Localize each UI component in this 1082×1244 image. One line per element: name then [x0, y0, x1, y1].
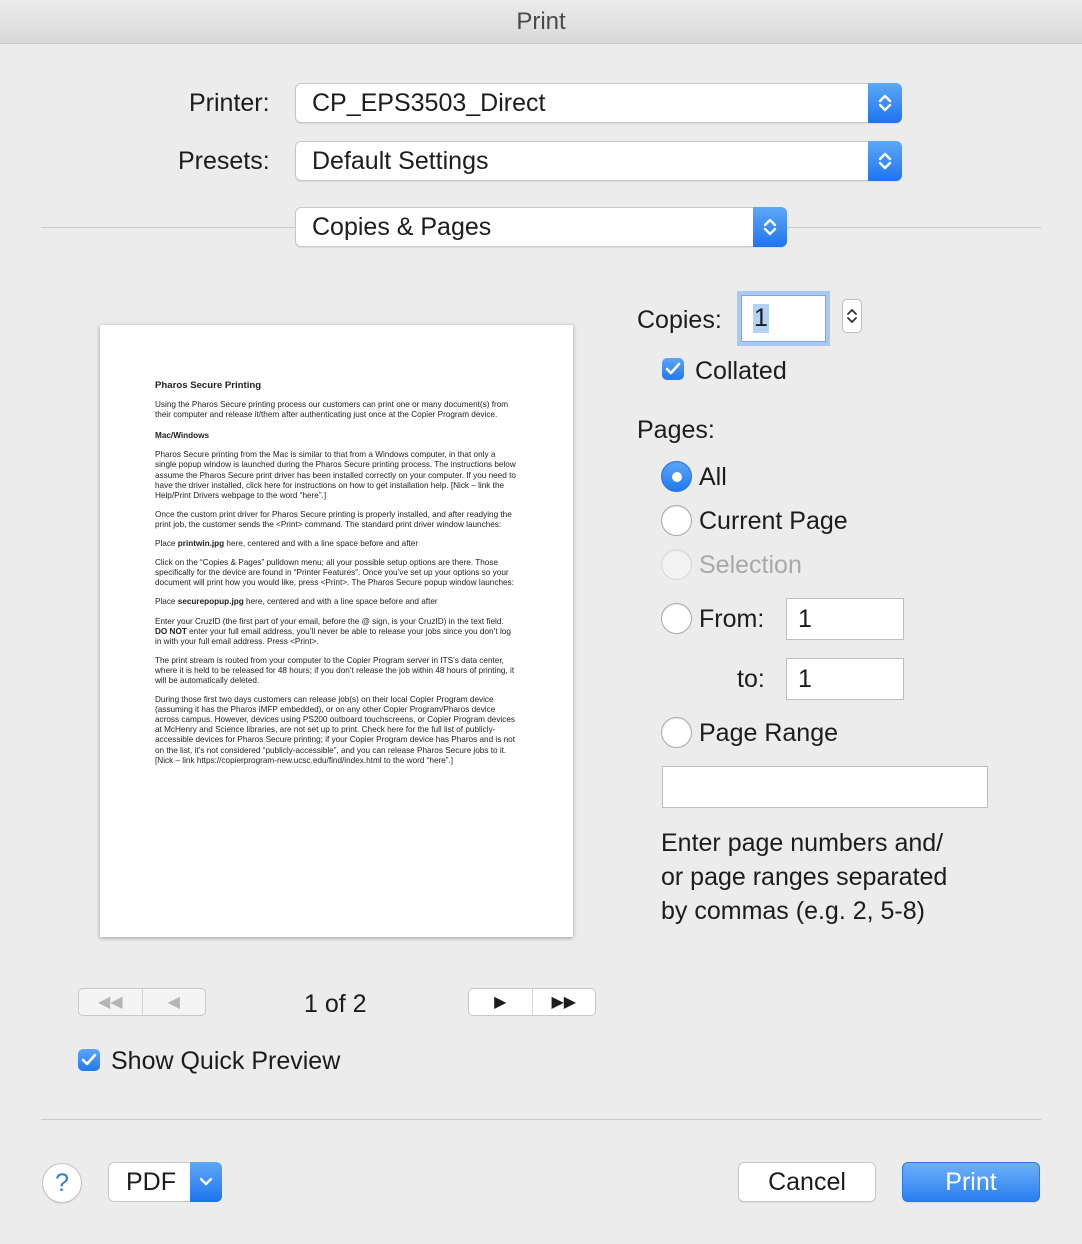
pages-current-label[interactable]: Current Page — [699, 507, 848, 536]
checkmark-icon — [81, 1053, 97, 1066]
pages-range-radio[interactable] — [661, 717, 692, 748]
preview-forward-nav: ▶ ▶▶ — [468, 988, 596, 1016]
preview-text: Enter your CruzID (the first part of you… — [155, 616, 504, 626]
chevron-up-icon — [878, 94, 892, 103]
printer-value: CP_EPS3503_Direct — [312, 88, 546, 117]
preview-back-nav: ◀◀ ◀ — [78, 988, 206, 1016]
preview-paragraph: Click on the “Copies & Pages” pulldown m… — [155, 558, 514, 588]
page-indicator: 1 of 2 — [304, 990, 367, 1018]
copies-label: Copies: — [637, 306, 722, 334]
printer-popup[interactable]: CP_EPS3503_Direct — [295, 83, 902, 123]
separator-left — [41, 227, 295, 228]
preview-paragraph: Enter your CruzID (the first part of you… — [155, 617, 517, 647]
preview-paragraph: Once the custom print driver for Pharos … — [155, 509, 512, 529]
copies-value: 1 — [753, 304, 769, 333]
pages-to-input[interactable]: 1 — [786, 658, 904, 700]
next-page-icon: ▶ — [494, 994, 507, 1011]
previous-page-button[interactable]: ◀ — [141, 989, 206, 1015]
pages-selection-radio — [661, 549, 692, 580]
printer-label: Printer: — [189, 89, 270, 117]
collated-checkbox[interactable] — [662, 358, 684, 380]
chevron-down-icon — [763, 227, 777, 236]
presets-value: Default Settings — [312, 146, 489, 175]
pages-label: Pages: — [637, 416, 715, 444]
chevron-down-icon — [878, 161, 892, 170]
chevron-down-icon — [878, 103, 892, 112]
show-quick-preview-checkbox[interactable] — [78, 1049, 100, 1071]
next-page-button[interactable]: ▶ — [469, 989, 532, 1015]
preview-paragraph: During those first two days customers ca… — [155, 695, 515, 765]
copies-stepper[interactable] — [842, 299, 862, 333]
footer-separator — [41, 1119, 1041, 1120]
preview-bold-text: DO NOT — [155, 626, 187, 636]
pdf-dropdown[interactable] — [190, 1162, 222, 1202]
pages-all-label[interactable]: All — [699, 463, 727, 492]
preview-text: enter your full email address, you’ll ne… — [155, 626, 511, 646]
pages-range-label[interactable]: Page Range — [699, 719, 838, 748]
separator-right — [787, 227, 1041, 228]
pages-to-label: to: — [737, 665, 765, 693]
page-range-input[interactable] — [662, 766, 988, 808]
chevron-down-icon — [199, 1177, 213, 1186]
preview-bold-text: securepopup.jpg — [177, 597, 244, 607]
help-button[interactable]: ? — [42, 1163, 82, 1203]
pages-to-value: 1 — [798, 664, 812, 693]
previous-page-icon: ◀ — [167, 994, 180, 1011]
preview-paragraph: Pharos Secure printing from the Mac is s… — [155, 450, 516, 500]
page-range-help-line: or page ranges separated — [661, 863, 948, 891]
pages-from-label[interactable]: From: — [699, 605, 764, 634]
presets-label: Presets: — [178, 147, 270, 175]
first-page-button[interactable]: ◀◀ — [79, 989, 142, 1015]
preview-paragraph: Place printwin.jpg here, centered and wi… — [155, 539, 517, 549]
preview-paragraph: Place securepopup.jpg here, centered and… — [155, 597, 517, 607]
title-bar: Print — [0, 0, 1082, 44]
print-label: Print — [945, 1167, 997, 1196]
chevron-down-icon — [847, 317, 857, 324]
last-page-button[interactable]: ▶▶ — [531, 989, 596, 1015]
pages-from-value: 1 — [798, 604, 812, 633]
presets-popup-stepper[interactable] — [868, 141, 902, 181]
preview-text: here, centered and with a line space bef… — [243, 597, 438, 607]
cancel-label: Cancel — [768, 1167, 846, 1196]
print-button[interactable]: Print — [902, 1162, 1040, 1202]
section-popup-stepper[interactable] — [753, 207, 787, 247]
pages-from-radio[interactable] — [661, 603, 692, 634]
pages-from-input[interactable]: 1 — [786, 598, 904, 640]
preview-text: here, centered and with a line space bef… — [224, 539, 419, 549]
pages-current-radio[interactable] — [661, 505, 692, 536]
section-value: Copies & Pages — [312, 212, 492, 241]
presets-popup[interactable]: Default Settings — [295, 141, 902, 181]
preview-heading: Pharos Secure Printing — [155, 380, 262, 391]
collated-label[interactable]: Collated — [695, 357, 787, 386]
copies-input[interactable]: 1 — [737, 291, 830, 346]
pdf-menu-button[interactable]: PDF — [108, 1162, 222, 1202]
first-page-icon: ◀◀ — [97, 994, 123, 1011]
pdf-label: PDF — [126, 1167, 176, 1196]
preview-paragraph: The print stream is routed from your com… — [155, 655, 515, 685]
chevron-up-icon — [847, 308, 857, 315]
preview-subheading: Mac/Windows — [155, 431, 210, 441]
section-popup[interactable]: Copies & Pages — [295, 207, 787, 247]
preview-bold-text: printwin.jpg — [177, 539, 225, 549]
pages-selection-label: Selection — [699, 551, 802, 579]
preview-text: Place — [155, 597, 178, 607]
print-preview-page: Pharos Secure Printing Using the Pharos … — [100, 325, 573, 937]
chevron-up-icon — [763, 218, 777, 227]
last-page-icon: ▶▶ — [551, 994, 577, 1011]
preview-text: Place — [155, 539, 178, 549]
cancel-button[interactable]: Cancel — [738, 1162, 876, 1202]
help-icon: ? — [55, 1168, 69, 1197]
pages-all-radio[interactable] — [661, 461, 692, 492]
page-range-help: Enter page numbers and/ or page ranges s… — [661, 826, 947, 928]
page-range-help-line: by commas (e.g. 2, 5-8) — [661, 897, 925, 925]
checkmark-icon — [665, 362, 681, 375]
preview-intro: Using the Pharos Secure printing process… — [155, 400, 509, 420]
show-quick-preview-label[interactable]: Show Quick Preview — [111, 1047, 340, 1076]
chevron-up-icon — [878, 152, 892, 161]
window-title: Print — [516, 7, 566, 35]
printer-popup-stepper[interactable] — [868, 83, 902, 123]
page-range-help-line: Enter page numbers and/ — [661, 829, 944, 857]
